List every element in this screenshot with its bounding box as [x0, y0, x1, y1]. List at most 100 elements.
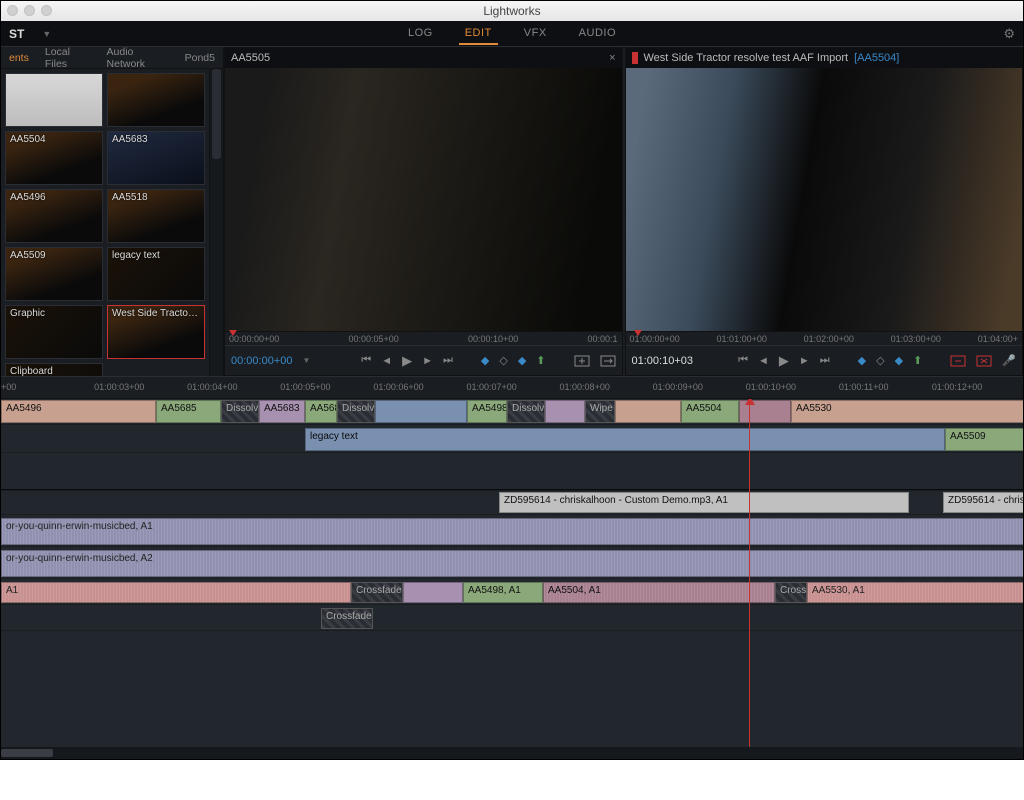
track[interactable]: AA5496AA5685DissolveAA5683AA568DissolveA…	[1, 399, 1023, 425]
timeline-clip[interactable]: AA5498, A1	[463, 582, 543, 603]
track[interactable]: legacy textAA5509	[1, 427, 1023, 453]
goto-start-icon[interactable]: ⏮	[738, 354, 748, 367]
timeline-clip[interactable]	[375, 400, 467, 423]
step-back-icon[interactable]: ◄	[758, 355, 769, 367]
zoom-dot[interactable]	[41, 5, 52, 16]
bin-clip[interactable]: AA5496	[5, 189, 103, 243]
step-fwd-icon[interactable]: ►	[422, 355, 433, 367]
track[interactable]: Crossfade	[1, 607, 1023, 631]
scroll-thumb[interactable]	[212, 69, 221, 159]
goto-end-icon[interactable]: ⏭	[820, 354, 830, 367]
bin-tab-local-files[interactable]: Local Files	[37, 47, 99, 70]
timeline-ruler[interactable]: +0001:00:03+0001:00:04+0001:00:05+0001:0…	[1, 377, 1023, 399]
remove-icon[interactable]	[950, 355, 966, 367]
bin-clip[interactable]: legacy text	[107, 247, 205, 301]
step-fwd-icon[interactable]: ►	[799, 355, 810, 367]
settings-gear-icon[interactable]: ⚙	[1003, 26, 1015, 42]
bin-clip[interactable]: AA5683	[107, 131, 205, 185]
timeline-clip[interactable]: Wipe	[585, 400, 615, 423]
timeline-clip[interactable]: A1	[1, 582, 351, 603]
project-badge[interactable]: ST	[9, 27, 24, 41]
timeline-clip[interactable]: AA5496	[1, 400, 156, 423]
timeline-clip[interactable]: Crossfad	[775, 582, 807, 603]
playhead-knob-icon[interactable]	[745, 399, 755, 405]
tab-vfx[interactable]: VFX	[518, 23, 553, 45]
timeline-tracks[interactable]: AA5496AA5685DissolveAA5683AA568DissolveA…	[1, 399, 1023, 747]
voiceover-mic-icon[interactable]: 🎤	[1002, 354, 1016, 367]
timeline-clip[interactable]: AA5504, A1	[543, 582, 775, 603]
bin-scrollbar[interactable]	[209, 69, 223, 376]
bin-tab-ents[interactable]: ents	[1, 52, 37, 64]
clear-marks-icon[interactable]: ◇	[499, 354, 507, 367]
mark-out-icon[interactable]: ◆	[895, 354, 903, 367]
timeline-clip[interactable]: AA568	[305, 400, 337, 423]
timeline-clip[interactable]	[615, 400, 681, 423]
goto-start-icon[interactable]: ⏮	[361, 354, 371, 367]
track[interactable]: or-you-quinn-erwin-musicbed, A1	[1, 517, 1023, 547]
timeline-clip[interactable]: legacy text	[305, 428, 945, 451]
scroll-thumb[interactable]	[1, 749, 53, 757]
cue-icon[interactable]: ⬆	[536, 354, 545, 367]
timeline-clip[interactable]: AA5504	[681, 400, 739, 423]
timeline-clip[interactable]: or-you-quinn-erwin-musicbed, A2	[1, 550, 1023, 577]
bin-tab-audio-network[interactable]: Audio Network	[99, 47, 177, 70]
bin-clip[interactable]: AA5509	[5, 247, 103, 301]
clear-marks-icon[interactable]: ◇	[876, 354, 884, 367]
mark-in-icon[interactable]: ◆	[481, 354, 489, 367]
step-back-icon[interactable]: ◄	[381, 355, 392, 367]
min-dot[interactable]	[24, 5, 35, 16]
record-canvas[interactable]	[626, 68, 1023, 331]
tab-edit[interactable]: EDIT	[459, 23, 498, 45]
timeline-clip[interactable]: Crossfade	[321, 608, 373, 629]
play-icon[interactable]: ▶	[779, 353, 789, 369]
bin-clip[interactable]: AA5518	[107, 189, 205, 243]
timeline-clip[interactable]: Dissolve	[221, 400, 259, 423]
bin-clip[interactable]: Graphic	[5, 305, 103, 359]
record-ruler[interactable]: 01:00:00+0001:01:00+0001:02:00+0001:03:0…	[626, 331, 1023, 345]
timeline-playhead[interactable]	[749, 399, 750, 747]
playhead-marker-icon[interactable]	[229, 330, 237, 336]
bin-clip[interactable]	[107, 73, 205, 127]
track[interactable]: or-you-quinn-erwin-musicbed, A2	[1, 549, 1023, 579]
close-icon[interactable]: ×	[609, 52, 615, 64]
timeline-clip[interactable]: Crossfade	[351, 582, 403, 603]
timeline-clip[interactable]: Dissolve	[337, 400, 375, 423]
mark-in-icon[interactable]: ◆	[858, 354, 866, 367]
cue-icon[interactable]: ⬆	[913, 354, 922, 367]
timeline-clip[interactable]: AA5498	[467, 400, 507, 423]
bin-clip[interactable]: West Side Tractor res	[107, 305, 205, 359]
bin-clip[interactable]	[5, 73, 103, 127]
dropdown-icon[interactable]: ▼	[302, 356, 310, 365]
insert-icon[interactable]	[574, 355, 590, 367]
goto-end-icon[interactable]: ⏭	[443, 354, 453, 367]
timeline-clip[interactable]: ZD595614 - chriskalhoon - Custom Demo.mp…	[499, 492, 909, 513]
bin-tab-pond5[interactable]: Pond5	[177, 52, 223, 64]
track[interactable]: A1Crossfade AA5498, A1AA5504, A1CrossfadA…	[1, 581, 1023, 605]
timeline-clip[interactable]: AA5530, A1	[807, 582, 1023, 603]
tab-audio[interactable]: AUDIO	[573, 23, 622, 45]
play-icon[interactable]: ▶	[402, 353, 412, 369]
timeline-clip[interactable]: AA5509	[945, 428, 1023, 451]
source-ruler[interactable]: 00:00:00+0000:00:05+0000:00:10+0000:00:1	[225, 331, 622, 345]
timeline-h-scrollbar[interactable]	[1, 747, 1023, 759]
project-dropdown-icon[interactable]: ▼	[42, 29, 51, 39]
timeline-clip[interactable]	[403, 582, 463, 603]
track[interactable]	[1, 455, 1023, 491]
timeline-clip[interactable]: AA5530	[791, 400, 1023, 423]
mark-out-icon[interactable]: ◆	[518, 354, 526, 367]
close-dot[interactable]	[7, 5, 18, 16]
overwrite-icon[interactable]	[600, 355, 616, 367]
track[interactable]: ZD595614 - chriskalhoon - Custom Demo.mp…	[1, 491, 1023, 515]
timeline-clip[interactable]: or-you-quinn-erwin-musicbed, A1	[1, 518, 1023, 545]
bin-clip[interactable]: Clipboard	[5, 363, 103, 376]
playhead-marker-icon[interactable]	[634, 330, 642, 336]
tab-log[interactable]: LOG	[402, 23, 439, 45]
delete-icon[interactable]	[976, 355, 992, 367]
timeline-clip[interactable]: Dissolve	[507, 400, 545, 423]
bin-clip[interactable]: AA5504	[5, 131, 103, 185]
source-canvas[interactable]	[225, 68, 622, 331]
timeline-clip[interactable]	[545, 400, 585, 423]
timeline-clip[interactable]: AA5685	[156, 400, 221, 423]
timeline-clip[interactable]: ZD595614 - chriskal	[943, 492, 1023, 513]
timeline-clip[interactable]: AA5683	[259, 400, 305, 423]
